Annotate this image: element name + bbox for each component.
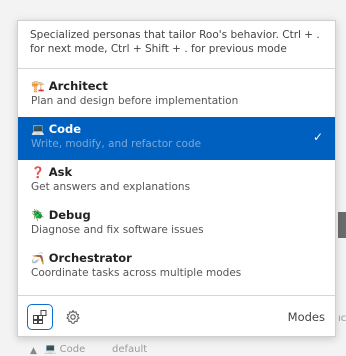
divider [18,68,335,69]
mode-item-architect[interactable]: 🏗️ Architect Plan and design before imple… [18,74,335,117]
background-text-fragment: ıc [338,313,346,324]
mode-description: Diagnose and fix software issues [31,224,204,236]
mode-description: Write, modify, and refactor code [31,138,202,150]
mode-name: 🪲 Debug [31,208,91,222]
popup-footer: Modes [18,296,335,336]
mode-name: 🪃 Orchestrator [31,251,132,265]
bug-icon: 🪲 [31,209,45,222]
gear-icon [66,310,80,324]
crane-icon: 🏗️ [31,80,45,93]
chevron-up-icon: ▲ [30,346,37,356]
popup-description: Specialized personas that tailor Roo's b… [30,29,320,55]
background-scrollbar [338,212,346,238]
mode-description: Get answers and explanations [31,181,191,193]
mode-item-code[interactable]: 💻 Code Write, modify, and refactor code ✓ [18,117,335,160]
mode-name-text: Ask [48,165,73,179]
mode-item-ask[interactable]: ❓ Ask Get answers and explanations [18,160,335,203]
boomerang-icon: 🪃 [31,252,45,265]
mode-name-text: Architect [48,79,108,93]
mode-item-debug[interactable]: 🪲 Debug Diagnose and fix software issues [18,203,335,246]
mode-name: ❓ Ask [31,165,72,179]
background-mode-label: 💻 Code [44,344,86,355]
mode-item-orchestrator[interactable]: 🪃 Orchestrator Coordinate tasks across mu… [18,246,335,289]
question-icon: ❓ [31,166,45,179]
modes-label: Modes [287,310,325,324]
background-profile-label: default [112,344,148,355]
mode-name: 🏗️ Architect [31,79,108,93]
checkmark-icon: ✓ [312,130,323,144]
mode-description: Plan and design before implementation [31,95,239,107]
modes-marketplace-button[interactable] [27,304,53,330]
mode-name-text: Debug [48,208,91,222]
mode-name-text: Orchestrator [48,251,132,265]
mode-selector-popup: Specialized personas that tailor Roo's b… [17,20,336,337]
settings-button[interactable] [64,308,82,326]
laptop-icon: 💻 [31,123,45,136]
mode-description: Coordinate tasks across multiple modes [31,267,242,279]
grid-plus-icon [33,310,47,324]
mode-name: 💻 Code [31,122,81,136]
mode-name-text: Code [48,122,82,136]
background-status-strip: ▲ 💻 Code default [0,340,346,356]
